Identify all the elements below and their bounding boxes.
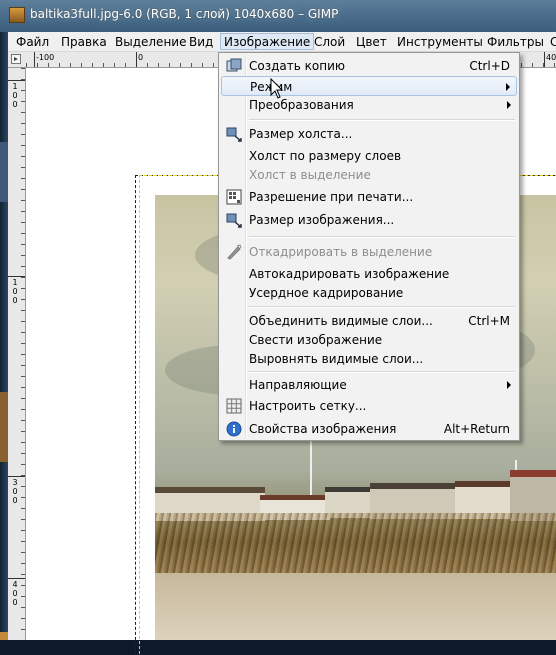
menu-colors[interactable]: Цвет xyxy=(356,34,387,50)
menu-item-print-size[interactable]: Разрешение при печати... xyxy=(221,187,517,207)
ruler-label: 0 xyxy=(138,53,144,62)
vertical-ruler[interactable]: 1 0 0 1 0 0 3 0 0 4 0 0 xyxy=(8,68,26,640)
menu-item-label: Автокадрировать изображение xyxy=(249,267,450,281)
ruler-label: 400 xyxy=(546,53,556,62)
menubar: Файл Правка Выделение Вид Изображение Сл… xyxy=(8,32,556,52)
submenu-arrow-icon xyxy=(507,101,511,109)
menu-item-merge-visible-layers[interactable]: Объединить видимые слои... Ctrl+M xyxy=(221,311,517,331)
ruler-label: -100 xyxy=(36,53,55,62)
menu-item-label: Преобразования xyxy=(249,98,354,112)
menu-item-label: Настроить сетку... xyxy=(249,399,367,413)
menu-item-duplicate[interactable]: Создать копию Ctrl+D xyxy=(221,56,517,76)
scale-image-icon xyxy=(226,213,242,228)
duplicate-icon xyxy=(226,58,242,72)
menu-item-shortcut: Alt+Return xyxy=(443,422,510,436)
menu-item-fit-canvas-to-layers[interactable]: Холст по размеру слоев xyxy=(221,146,517,166)
menu-file[interactable]: Файл xyxy=(16,34,49,50)
menu-tools[interactable]: Инструменты xyxy=(397,34,483,50)
menu-item-label: Усердное кадрирование xyxy=(249,286,404,300)
menu-item-image-properties[interactable]: Свойства изображения Alt+Return xyxy=(221,419,517,439)
menu-item-scale-image[interactable]: Размер изображения... xyxy=(221,210,517,230)
menu-item-label: Холст в выделение xyxy=(249,168,371,182)
desktop-edge xyxy=(0,32,8,640)
menu-filters[interactable]: Фильтры xyxy=(487,34,544,50)
menu-layer[interactable]: Слой xyxy=(314,34,345,50)
quick-mask-toggle-icon[interactable] xyxy=(11,54,21,64)
menu-item-align-visible-layers[interactable]: Выровнять видимые слои... xyxy=(221,349,517,369)
menu-item-flatten-image[interactable]: Свести изображение xyxy=(221,330,517,350)
print-size-icon xyxy=(226,189,242,205)
grid-icon xyxy=(226,398,242,414)
menu-item-label: Объединить видимые слои... xyxy=(249,314,433,328)
menu-item-label: Холст по размеру слоев xyxy=(249,149,402,163)
menu-item-configure-grid[interactable]: Настроить сетку... xyxy=(221,396,517,416)
menu-edit[interactable]: Правка xyxy=(61,34,107,50)
canvas-size-icon xyxy=(226,127,242,142)
menu-item-label: Создать копию xyxy=(249,59,345,73)
menu-item-shortcut: Ctrl+M xyxy=(468,314,510,328)
ruler-label: 4 0 0 xyxy=(12,580,18,607)
menu-item-mode[interactable]: Режим xyxy=(221,76,517,96)
menu-more[interactable]: С xyxy=(550,34,556,50)
window-titlebar[interactable]: baltika3full.jpg-6.0 (RGB, 1 слой) 1040x… xyxy=(0,0,556,32)
menu-item-autocrop[interactable]: Автокадрировать изображение xyxy=(221,264,517,284)
menu-item-transform[interactable]: Преобразования xyxy=(221,95,517,115)
menu-item-zealous-crop[interactable]: Усердное кадрирование xyxy=(221,283,517,303)
menu-item-crop-to-selection: Откадрировать в выделение xyxy=(221,242,517,262)
ruler-label: 3 0 0 xyxy=(12,478,18,505)
menu-item-label: Выровнять видимые слои... xyxy=(249,352,424,366)
menu-select[interactable]: Выделение xyxy=(115,34,186,50)
menu-item-label: Свести изображение xyxy=(249,333,383,347)
menu-item-canvas-size[interactable]: Размер холста... xyxy=(221,124,517,144)
menu-item-label: Разрешение при печати... xyxy=(249,190,414,204)
window-title: baltika3full.jpg-6.0 (RGB, 1 слой) 1040x… xyxy=(30,7,339,21)
menu-item-canvas-to-selection: Холст в выделение xyxy=(221,165,517,185)
menu-item-guides[interactable]: Направляющие xyxy=(221,375,517,395)
menu-image[interactable]: Изображение xyxy=(220,33,315,50)
menu-item-label: Направляющие xyxy=(249,378,347,392)
submenu-arrow-icon xyxy=(506,83,510,91)
info-icon xyxy=(226,421,242,437)
ruler-label: 1 0 0 xyxy=(12,278,18,305)
menu-item-label: Откадрировать в выделение xyxy=(249,245,433,259)
menu-item-label: Размер холста... xyxy=(249,127,353,141)
menu-view[interactable]: Вид xyxy=(189,34,213,50)
mouse-cursor-icon xyxy=(270,78,284,99)
menu-item-shortcut: Ctrl+D xyxy=(469,59,510,73)
image-thumbnail-icon xyxy=(9,7,25,23)
menu-item-label: Свойства изображения xyxy=(249,422,397,436)
menu-item-label: Размер изображения... xyxy=(249,213,395,227)
ruler-label: 1 0 0 xyxy=(12,82,18,109)
submenu-arrow-icon xyxy=(507,381,511,389)
image-menu-dropdown: Создать копию Ctrl+D Режим Преобразовани… xyxy=(218,52,520,441)
crop-icon xyxy=(227,244,242,260)
